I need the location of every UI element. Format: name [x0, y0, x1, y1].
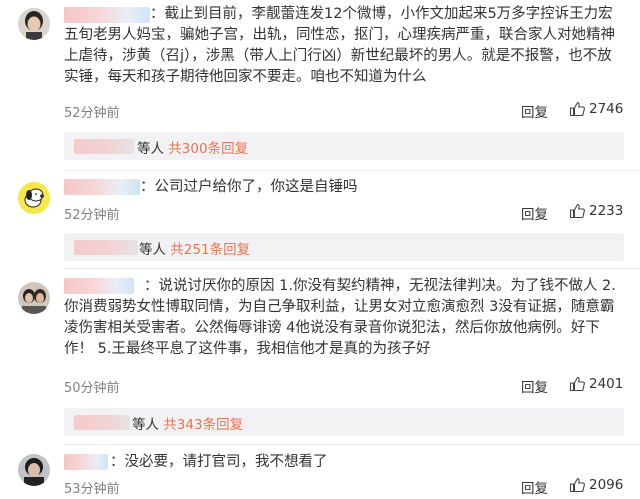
reply-button[interactable]: 回复: [521, 203, 548, 223]
reply-avatars-blurred: [74, 415, 130, 430]
divider: [64, 268, 640, 269]
thumbs-up-icon: [569, 477, 585, 493]
comment-text: ：截止到目前，李靓蕾连发12个微博，小作文加起来5万多字控诉王力宏五旬老男人妈宝…: [64, 6, 615, 85]
view-replies-link[interactable]: 共251条回复: [170, 242, 250, 258]
comment-text: ：没必要，请打官司，我不想看了: [110, 454, 328, 470]
comment-time: 52分钟前: [64, 208, 120, 223]
like-button[interactable]: 2096: [569, 477, 623, 493]
thumbs-up-icon: [569, 376, 585, 392]
sub-replies-bar[interactable]: 等人 共343条回复: [64, 408, 624, 436]
comment-time: 53分钟前: [64, 482, 120, 497]
user-avatar[interactable]: [18, 8, 50, 40]
like-button[interactable]: 2401: [569, 376, 623, 392]
like-count: 2401: [589, 376, 624, 392]
comment-text: ：公司过户给你了，你这是自锤吗: [140, 179, 358, 195]
like-count: 2746: [589, 101, 624, 117]
reply-avatars-blurred: [74, 139, 134, 154]
reply-button[interactable]: 回复: [521, 376, 548, 396]
reply-button[interactable]: 回复: [521, 101, 548, 121]
comment-item: ：没必要，请打官司，我不想看了 53分钟前 回复 2096: [0, 446, 640, 499]
divider: [64, 444, 640, 445]
thumbs-up-icon: [569, 203, 585, 219]
view-replies-link[interactable]: 共300条回复: [168, 141, 248, 157]
reply-button[interactable]: 回复: [521, 477, 548, 497]
like-button[interactable]: 2233: [569, 203, 623, 219]
comment-item: ：截止到目前，李靓蕾连发12个微博，小作文加起来5万多字控诉王力宏五旬老男人妈宝…: [0, 0, 640, 160]
view-replies-link[interactable]: 共343条回复: [163, 417, 243, 433]
comment-time: 50分钟前: [64, 381, 120, 396]
like-count: 2233: [589, 203, 624, 219]
like-button[interactable]: 2746: [569, 101, 623, 117]
comment-text: ：说说讨厌你的原因 1.你没有契约精神，无视法律判决。为了钱不做人 2.你消费弱…: [64, 278, 616, 357]
comment-item: ：公司过户给你了，你这是自锤吗 52分钟前 回复 2233 等人 共251条回复: [0, 172, 640, 262]
sub-replies-people: 等人: [132, 417, 159, 433]
thumbs-up-icon: [569, 101, 585, 117]
sub-replies-people: 等人: [139, 242, 166, 258]
comment-time: 52分钟前: [64, 106, 120, 121]
sub-replies-bar[interactable]: 等人 共251条回复: [64, 233, 624, 261]
divider: [64, 170, 640, 171]
user-avatar[interactable]: [18, 182, 50, 214]
user-avatar[interactable]: [18, 282, 50, 314]
sub-replies-bar[interactable]: 等人 共300条回复: [64, 132, 624, 160]
comment-item: ：说说讨厌你的原因 1.你没有契约精神，无视法律判决。为了钱不做人 2.你消费弱…: [0, 270, 640, 440]
like-count: 2096: [589, 477, 624, 493]
reply-avatars-blurred: [74, 240, 138, 255]
user-avatar[interactable]: [18, 454, 50, 486]
sub-replies-people: 等人: [137, 141, 164, 157]
